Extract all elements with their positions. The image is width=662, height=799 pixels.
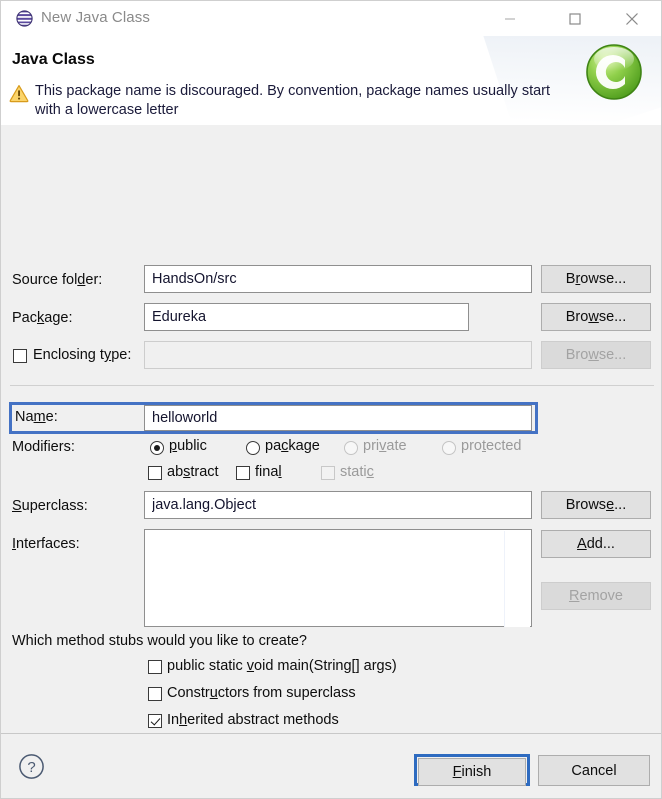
stub-constructors-label: Constructors from superclass	[167, 685, 356, 701]
dialog-content: Source folder: Browse... Package: Browse…	[1, 125, 661, 780]
svg-text:?: ?	[27, 759, 35, 776]
new-java-class-dialog: New Java Class Java Class This package n…	[0, 0, 662, 799]
modifier-abstract-label: abstract	[167, 464, 219, 480]
cancel-button[interactable]: Cancel	[538, 755, 650, 786]
modifier-final-checkbox[interactable]	[236, 466, 250, 480]
enclosing-type-input[interactable]	[144, 341, 532, 369]
enclosing-type-browse-button[interactable]: Browse...	[541, 341, 651, 369]
help-question-icon[interactable]: ?	[18, 753, 45, 780]
modifier-static-checkbox[interactable]	[321, 466, 335, 480]
enclosing-type-checkbox[interactable]	[13, 349, 27, 363]
interfaces-label: Interfaces:	[12, 536, 80, 552]
interfaces-list-scrollbar[interactable]	[504, 531, 530, 627]
modifier-protected-label: protected	[461, 438, 522, 454]
modifier-final-label: final	[255, 464, 282, 480]
package-browse-button[interactable]: Browse...	[541, 303, 651, 331]
modifier-private-label: private	[363, 438, 407, 454]
warning-message: This package name is discouraged. By con…	[35, 83, 551, 118]
stub-main-checkbox[interactable]	[148, 660, 162, 674]
modifier-abstract-checkbox[interactable]	[148, 466, 162, 480]
warning-triangle-icon	[9, 84, 29, 103]
minimize-icon[interactable]	[487, 1, 533, 36]
modifier-public-radio[interactable]	[150, 441, 164, 455]
dialog-header: Java Class This package name is discoura…	[1, 36, 661, 126]
title-bar: New Java Class	[1, 1, 661, 37]
source-folder-browse-button[interactable]: Browse...	[541, 265, 651, 293]
interfaces-add-button[interactable]: Add...	[541, 530, 651, 558]
modifiers-label: Modifiers:	[12, 439, 75, 455]
modifier-protected-radio[interactable]	[442, 441, 456, 455]
green-c-wizard-icon	[583, 41, 645, 103]
modifier-private-radio[interactable]	[344, 441, 358, 455]
source-folder-label: Source folder:	[12, 272, 103, 288]
superclass-label: Superclass:	[12, 498, 88, 514]
stubs-question: Which method stubs would you like to cre…	[12, 633, 307, 649]
stub-inherited-checkbox[interactable]	[148, 714, 162, 728]
page-title: Java Class	[12, 51, 95, 68]
window-title: New Java Class	[41, 9, 150, 26]
close-icon[interactable]	[609, 1, 655, 36]
modifier-public-label: public	[169, 438, 207, 454]
enclosing-type-label: Enclosing type:	[33, 347, 132, 363]
maximize-icon[interactable]	[552, 1, 598, 36]
interfaces-remove-button[interactable]: Remove	[541, 582, 651, 610]
package-label: Package:	[12, 310, 73, 326]
modifier-package-radio[interactable]	[246, 441, 260, 455]
name-label: Name:	[15, 409, 58, 425]
finish-button[interactable]: Finish	[418, 758, 526, 786]
interfaces-list[interactable]	[144, 529, 532, 627]
superclass-input[interactable]	[144, 491, 532, 519]
stub-main-label: public static void main(String[] args)	[167, 658, 397, 674]
name-input[interactable]	[144, 405, 532, 431]
separator-top	[10, 385, 654, 386]
modifier-static-label: static	[340, 464, 374, 480]
eclipse-sphere-icon	[16, 10, 33, 27]
superclass-browse-button[interactable]: Browse...	[541, 491, 651, 519]
stub-inherited-label: Inherited abstract methods	[167, 712, 339, 728]
modifier-package-label: package	[265, 438, 320, 454]
stub-constructors-checkbox[interactable]	[148, 687, 162, 701]
package-input[interactable]	[144, 303, 469, 331]
source-folder-input[interactable]	[144, 265, 532, 293]
